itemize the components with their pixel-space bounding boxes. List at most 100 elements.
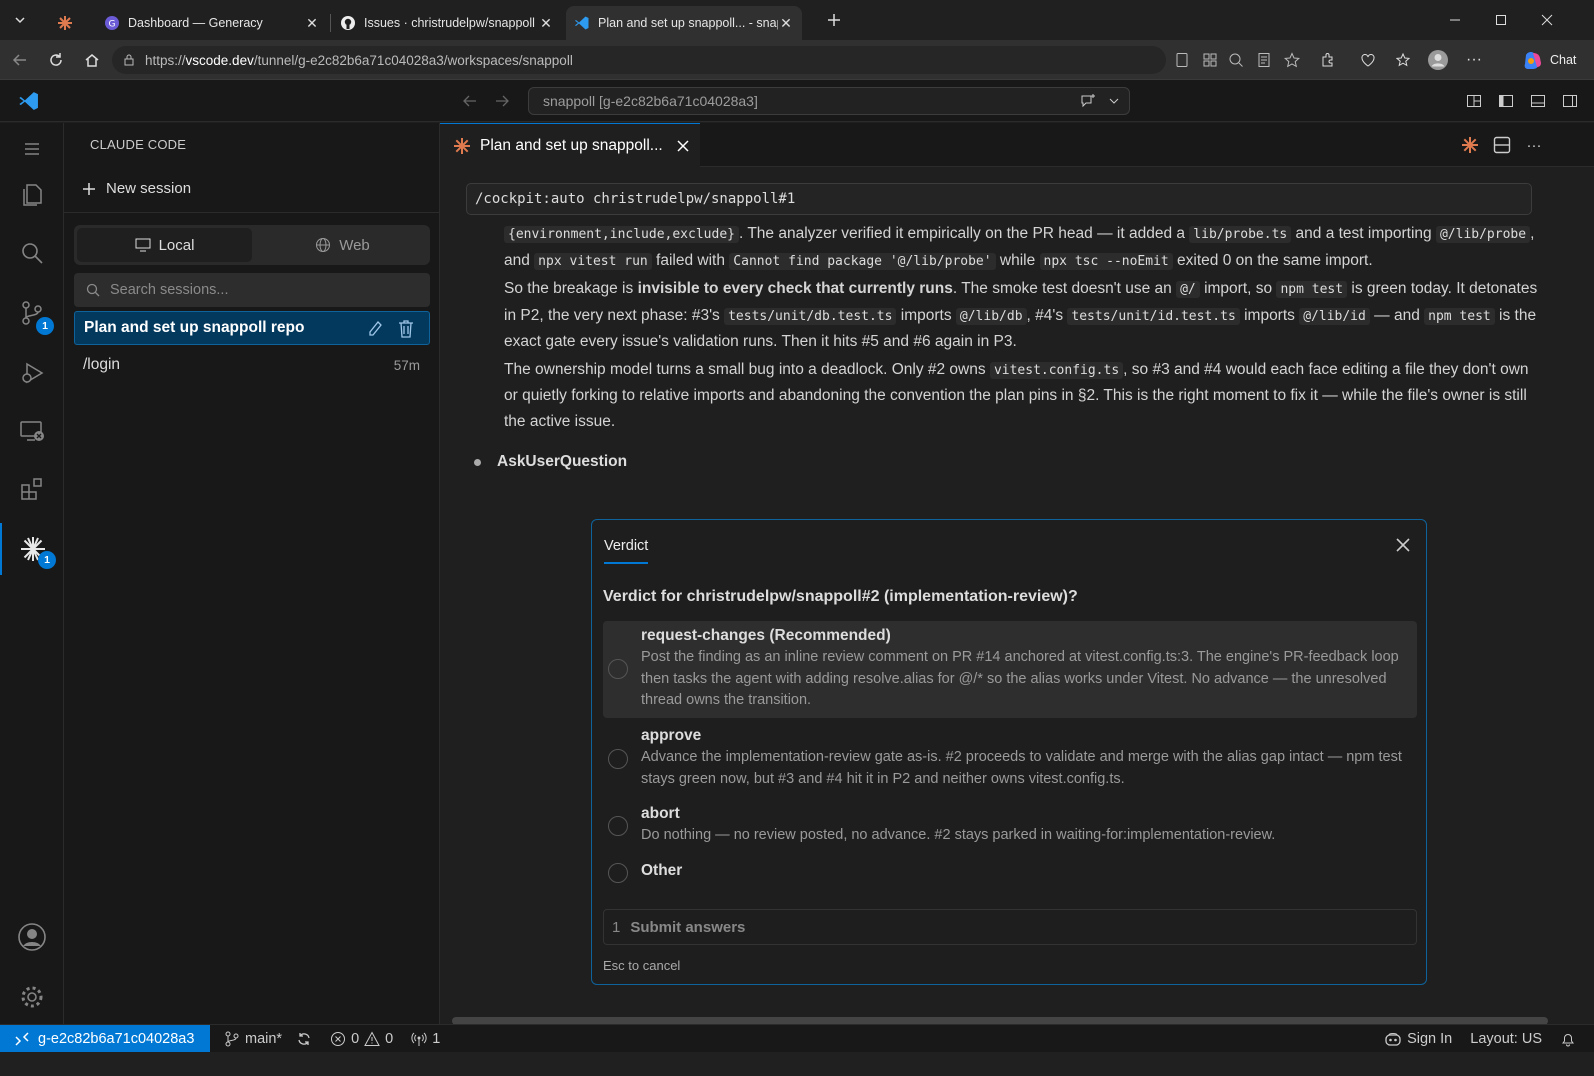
toggle-primary-sidebar-button[interactable] [1492,87,1520,115]
command-center[interactable]: snappoll [g-e2c82b6a71c04028a3] [528,87,1130,115]
new-tab-button[interactable] [820,6,848,34]
home-icon [85,54,99,67]
extensions-button[interactable] [1314,46,1342,74]
close-icon[interactable]: ✕ [304,15,320,32]
run-debug-button[interactable] [0,347,64,399]
ellipsis-icon: ··· [1466,51,1482,68]
read-aloud-button[interactable] [1168,46,1196,74]
new-session-button[interactable]: New session [82,180,191,197]
star-icon [1284,52,1300,68]
option-label: request-changes (Recommended) [641,627,891,644]
menu-button[interactable] [0,123,64,175]
chat-label: Chat [1550,53,1577,67]
ports-indicator[interactable]: 1 [411,1031,440,1047]
sign-in-button[interactable]: Sign In [1384,1031,1452,1047]
copilot-chat-button[interactable]: Chat [1522,47,1576,73]
message-paragraph: So the breakage is invisible to every ch… [504,280,1538,350]
browser-tab-strip: G Dashboard — Generacy ✕ Issues · christ… [0,0,1594,40]
radio-button[interactable] [608,863,628,883]
zoom-icon [1229,53,1243,67]
go-forward-button[interactable] [488,87,516,115]
broadcast-icon [411,1032,427,1046]
radio-button[interactable] [608,749,628,769]
web-segment[interactable]: Web [255,225,430,265]
submit-label: Submit answers [630,918,746,936]
browser-essentials-button[interactable] [1354,46,1382,74]
favorite-button[interactable] [1278,46,1306,74]
close-icon[interactable]: ✕ [538,15,554,32]
go-back-button[interactable] [456,87,484,115]
sync-icon [298,1032,310,1045]
option-description: Post the finding as an inline review com… [641,649,1399,708]
remote-explorer-button[interactable] [0,405,64,457]
dialog-tab-verdict[interactable]: Verdict [604,538,649,564]
branch-indicator[interactable]: main* [224,1031,282,1047]
option-abort[interactable]: abort Do nothing — no review posted, no … [603,799,1417,853]
copilot-toggle-button[interactable] [1074,87,1102,115]
bell-icon[interactable] [1560,1031,1576,1047]
maximize-button[interactable] [1478,0,1524,40]
editor-more-button[interactable]: ··· [1520,131,1548,159]
toggle-panel-button[interactable] [1524,87,1552,115]
split-editor-button[interactable] [1488,131,1516,159]
radio-button[interactable] [608,816,628,836]
manage-button[interactable] [0,971,64,1023]
explorer-button[interactable] [0,169,64,221]
address-bar[interactable]: https://vscode.dev/tunnel/g-e2c82b6a71c0… [112,46,1166,74]
minimize-button[interactable] [1432,0,1478,40]
extensions-view-button[interactable] [0,463,64,515]
session-search-input[interactable]: Search sessions... [74,273,430,307]
accounts-button[interactable] [0,911,64,963]
home-button[interactable] [78,46,106,74]
trash-icon[interactable] [397,319,415,339]
claude-chat-view: /cockpit:auto christrudelpw/snappoll#1 {… [440,167,1594,1044]
browser-tab-dashboard[interactable]: G Dashboard — Generacy ✕ [96,6,328,40]
remote-explorer-icon [20,421,44,441]
search-placeholder: Search sessions... [110,282,229,298]
close-icon[interactable] [1396,538,1410,552]
status-bar: g-e2c82b6a71c04028a3 main* 0 0 1 Sign In… [0,1024,1594,1053]
keyboard-layout[interactable]: Layout: US [1470,1031,1542,1047]
chevron-down-icon [15,17,25,24]
favorites-button[interactable] [1390,46,1418,74]
remote-indicator[interactable]: g-e2c82b6a71c04028a3 [0,1024,210,1053]
session-item[interactable]: Plan and set up snappoll repo [74,311,430,345]
profile-button[interactable] [1424,46,1452,74]
reload-button[interactable] [42,46,70,74]
copilot-dropdown[interactable] [1100,87,1128,115]
search-button[interactable] [0,227,64,279]
browser-tab-claude[interactable] [48,6,92,40]
message-paragraph: {environment,include,exclude}. The analy… [504,225,1535,270]
vscode-icon [575,16,589,30]
pencil-icon[interactable] [367,320,383,338]
new-claude-session-button[interactable] [1456,131,1484,159]
zoom-button[interactable] [1222,46,1250,74]
browser-tab-issues[interactable]: Issues · christrudelpw/snappoll ✕ [332,6,562,40]
more-button[interactable]: ··· [1460,46,1488,74]
browser-tab-vscode[interactable]: Plan and set up snappoll... - snapp ✕ [566,6,802,40]
sync-button[interactable] [296,1031,312,1047]
reader-button[interactable] [1250,46,1278,74]
toggle-secondary-sidebar-button[interactable] [1556,87,1584,115]
editor-tab-claude-session[interactable]: Plan and set up snappoll... [440,123,700,167]
tab-list-dropdown[interactable] [6,6,34,34]
option-other[interactable]: Other [603,856,1417,890]
close-window-button[interactable] [1524,0,1570,40]
radio-button[interactable] [608,659,628,679]
close-icon[interactable] [677,139,689,152]
option-request-changes[interactable]: request-changes (Recommended) Post the f… [603,621,1417,718]
close-icon [1541,14,1553,26]
submit-answers-button[interactable]: 1 Submit answers [603,909,1417,945]
source-control-button[interactable]: 1 [0,287,64,339]
back-button[interactable] [6,46,34,74]
option-label: abort [641,805,680,822]
customize-layout-button[interactable] [1460,87,1488,115]
apps-button[interactable] [1196,46,1224,74]
session-item[interactable]: /login 57m [74,348,430,382]
local-segment[interactable]: Local [77,228,252,262]
option-approve[interactable]: approve Advance the implementation-revie… [603,721,1417,793]
claude-code-button[interactable]: 1 [0,523,64,575]
favorites-icon [1396,52,1411,67]
close-icon[interactable]: ✕ [778,15,794,32]
problems-indicator[interactable]: 0 0 [330,1031,393,1047]
